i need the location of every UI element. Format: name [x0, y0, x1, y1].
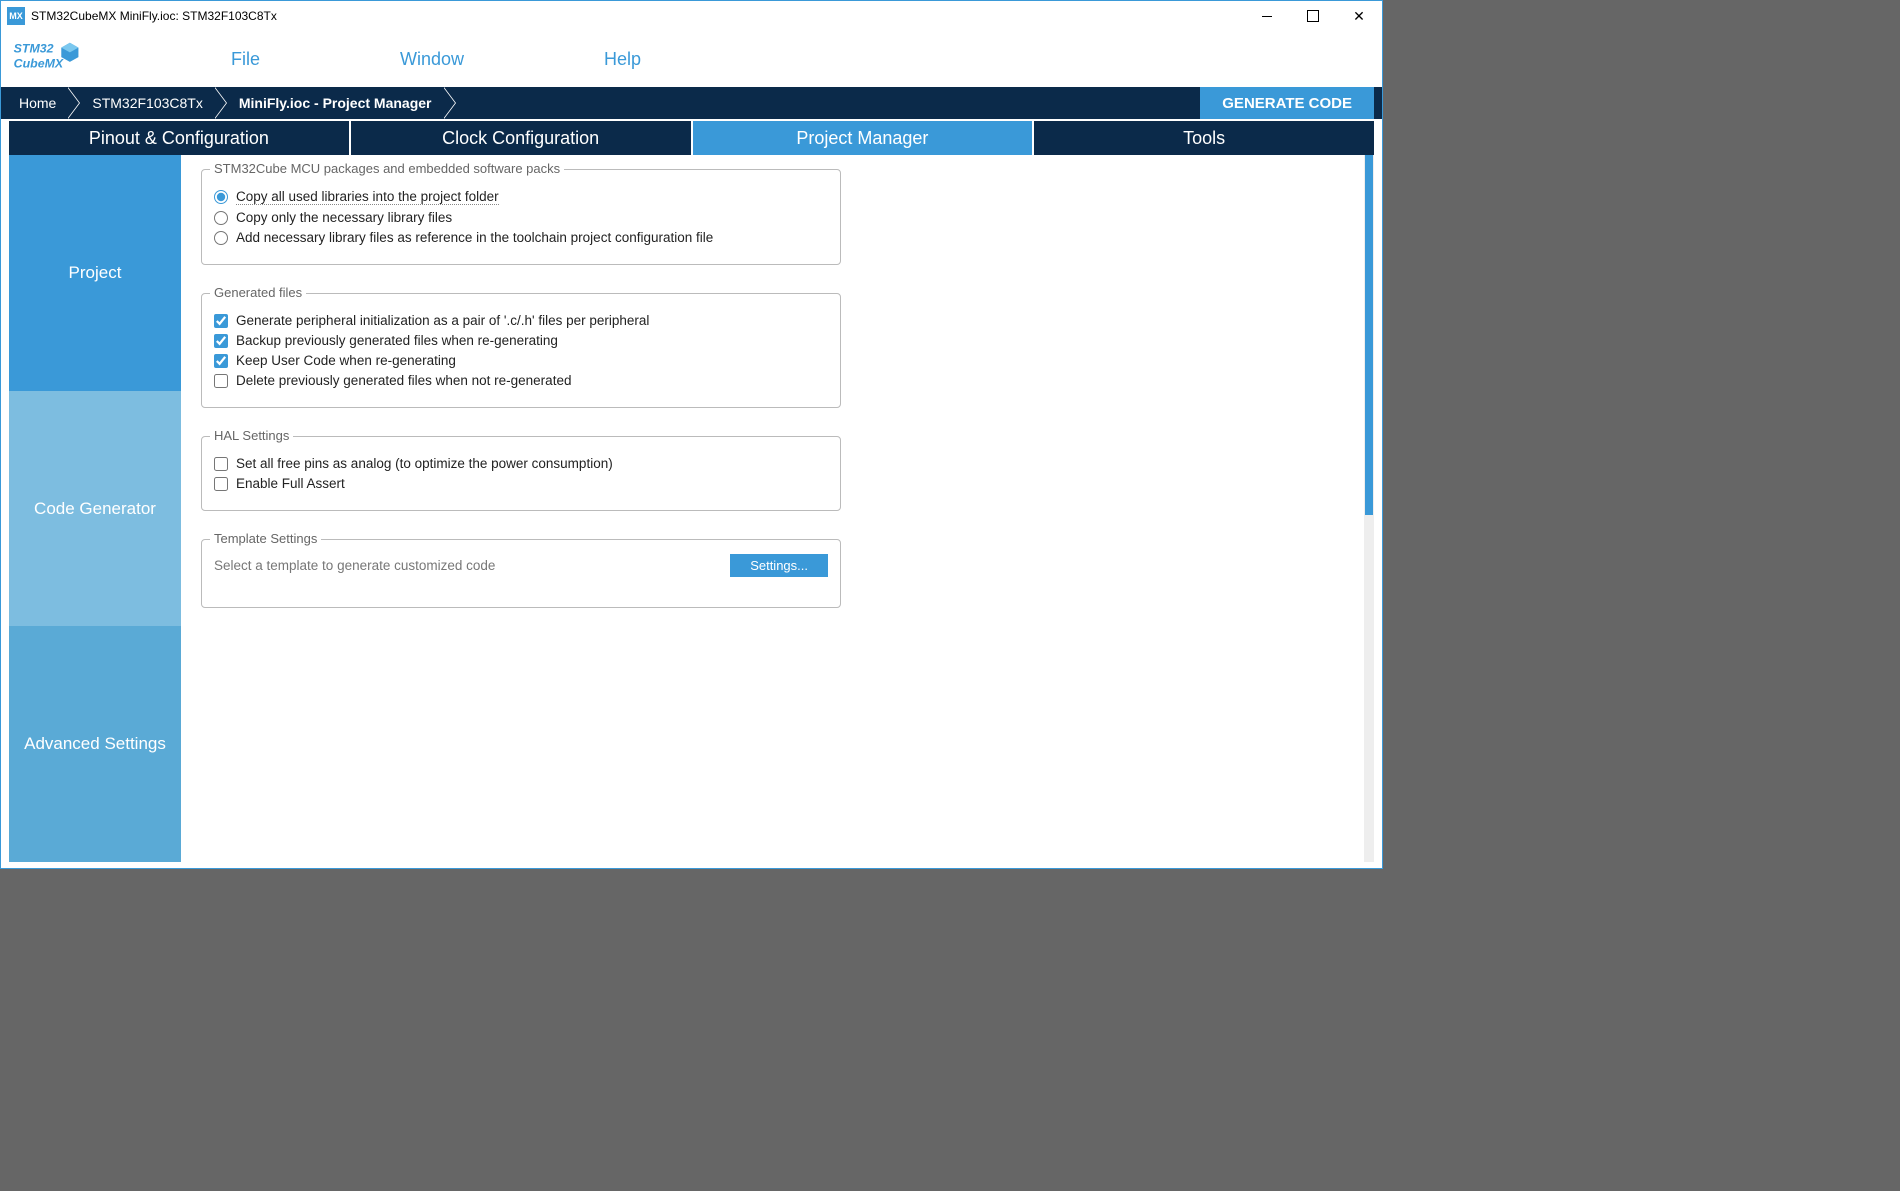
check-full-assert[interactable]: Enable Full Assert: [214, 476, 828, 491]
group-generated-files: Generated files Generate peripheral init…: [201, 293, 841, 408]
check-backup-input[interactable]: [214, 334, 228, 348]
check-keep-user-code-label: Keep User Code when re-generating: [236, 353, 456, 368]
radio-copy-necessary-label: Copy only the necessary library files: [236, 210, 452, 225]
generate-code-button[interactable]: GENERATE CODE: [1200, 87, 1374, 119]
menu-window[interactable]: Window: [400, 49, 464, 70]
tab-project-manager[interactable]: Project Manager: [693, 121, 1033, 155]
group-hal-settings: HAL Settings Set all free pins as analog…: [201, 436, 841, 511]
check-gen-pair-label: Generate peripheral initialization as a …: [236, 313, 649, 328]
svg-text:CubeMX: CubeMX: [14, 57, 64, 71]
radio-copy-all-label: Copy all used libraries into the project…: [236, 189, 499, 205]
check-gen-pair[interactable]: Generate peripheral initialization as a …: [214, 313, 828, 328]
titlebar: MX STM32CubeMX MiniFly.ioc: STM32F103C8T…: [1, 1, 1382, 31]
check-full-assert-label: Enable Full Assert: [236, 476, 345, 491]
group-packages: STM32Cube MCU packages and embedded soft…: [201, 169, 841, 265]
check-backup-label: Backup previously generated files when r…: [236, 333, 558, 348]
check-keep-user-code-input[interactable]: [214, 354, 228, 368]
st-cubemx-logo: STM32 CubeMX: [13, 39, 81, 79]
vertical-scrollbar[interactable]: [1364, 155, 1374, 862]
template-text: Select a template to generate customized…: [214, 558, 495, 573]
maximize-button[interactable]: [1290, 1, 1336, 31]
main-tabs: Pinout & Configuration Clock Configurati…: [9, 121, 1374, 155]
minimize-button[interactable]: [1244, 1, 1290, 31]
group-template-legend: Template Settings: [210, 531, 321, 546]
app-icon: MX: [7, 7, 25, 25]
check-delete-prev-input[interactable]: [214, 374, 228, 388]
check-delete-prev-label: Delete previously generated files when n…: [236, 373, 571, 388]
menubar: STM32 CubeMX File Window Help 10: [1, 31, 1382, 87]
group-template-settings: Template Settings Select a template to g…: [201, 539, 841, 608]
window-controls: ✕: [1244, 1, 1382, 31]
tab-tools[interactable]: Tools: [1034, 121, 1374, 155]
svg-text:STM32: STM32: [14, 41, 54, 55]
content-area: Project Code Generator Advanced Settings…: [9, 155, 1374, 862]
project-sidebar: Project Code Generator Advanced Settings: [9, 155, 181, 862]
close-button[interactable]: ✕: [1336, 1, 1382, 31]
group-generated-legend: Generated files: [210, 285, 306, 300]
breadcrumb-project[interactable]: MiniFly.ioc - Project Manager: [227, 87, 444, 119]
radio-add-reference[interactable]: Add necessary library files as reference…: [214, 230, 828, 245]
group-packages-legend: STM32Cube MCU packages and embedded soft…: [210, 161, 564, 176]
window-title: STM32CubeMX MiniFly.ioc: STM32F103C8Tx: [31, 9, 277, 23]
radio-copy-all-input[interactable]: [214, 190, 228, 204]
check-free-pins-analog-input[interactable]: [214, 457, 228, 471]
tab-pinout[interactable]: Pinout & Configuration: [9, 121, 349, 155]
breadcrumb: Home STM32F103C8Tx MiniFly.ioc - Project…: [1, 87, 1382, 119]
check-delete-prev[interactable]: Delete previously generated files when n…: [214, 373, 828, 388]
radio-copy-all[interactable]: Copy all used libraries into the project…: [214, 189, 828, 205]
template-settings-button[interactable]: Settings...: [730, 554, 828, 577]
tab-clock[interactable]: Clock Configuration: [351, 121, 691, 155]
check-full-assert-input[interactable]: [214, 477, 228, 491]
menu-help[interactable]: Help: [604, 49, 641, 70]
check-free-pins-analog[interactable]: Set all free pins as analog (to optimize…: [214, 456, 828, 471]
radio-copy-necessary[interactable]: Copy only the necessary library files: [214, 210, 828, 225]
check-backup[interactable]: Backup previously generated files when r…: [214, 333, 828, 348]
menu-items: File Window Help: [231, 49, 641, 70]
sidebar-item-advanced[interactable]: Advanced Settings: [9, 626, 181, 862]
breadcrumb-device[interactable]: STM32F103C8Tx: [80, 87, 214, 119]
social-icons: 10 STI: [1280, 50, 1370, 68]
radio-add-reference-label: Add necessary library files as reference…: [236, 230, 713, 245]
radio-add-reference-input[interactable]: [214, 231, 228, 245]
radio-copy-necessary-input[interactable]: [214, 211, 228, 225]
sidebar-item-project[interactable]: Project: [9, 155, 181, 391]
check-free-pins-analog-label: Set all free pins as analog (to optimize…: [236, 456, 613, 471]
check-keep-user-code[interactable]: Keep User Code when re-generating: [214, 353, 828, 368]
group-hal-legend: HAL Settings: [210, 428, 293, 443]
menu-file[interactable]: File: [231, 49, 260, 70]
main-pane: STM32Cube MCU packages and embedded soft…: [181, 155, 1374, 862]
breadcrumb-home[interactable]: Home: [7, 87, 68, 119]
app-window: MX STM32CubeMX MiniFly.ioc: STM32F103C8T…: [0, 0, 1383, 869]
check-gen-pair-input[interactable]: [214, 314, 228, 328]
scrollbar-thumb[interactable]: [1365, 155, 1373, 515]
sidebar-item-code-generator[interactable]: Code Generator: [9, 391, 181, 627]
